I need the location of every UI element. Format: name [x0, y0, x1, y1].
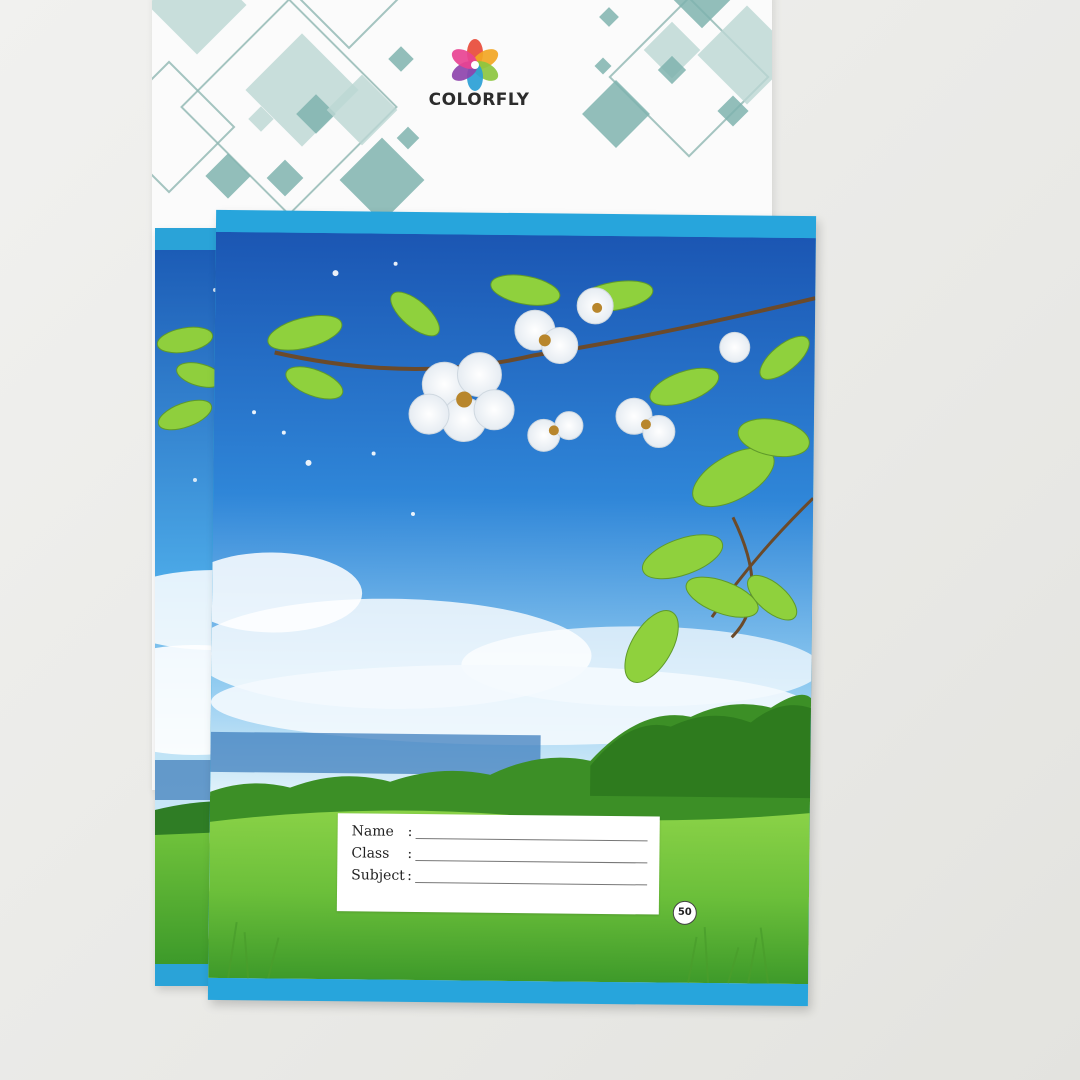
label-class-text: Class	[351, 845, 390, 862]
logo-center	[471, 61, 479, 69]
notebook-front-cover: Name: Class: Subject: 50	[207, 209, 817, 1007]
page-count-badge: 50	[672, 900, 697, 925]
label-row-name: Name:	[351, 823, 648, 846]
label-row-class: Class:	[351, 845, 648, 868]
write-line	[415, 860, 648, 864]
label-row-subject: Subject:	[351, 867, 648, 890]
write-line	[415, 882, 648, 886]
brand-name: COLORFLY	[428, 90, 530, 110]
name-label-box: Name: Class: Subject:	[336, 813, 660, 915]
label-name-text: Name	[351, 823, 394, 840]
photo-scene: COLORFLY Name: Class: Subject: 50	[0, 0, 1080, 1080]
write-line	[415, 838, 648, 842]
label-subject-text: Subject	[351, 867, 405, 884]
